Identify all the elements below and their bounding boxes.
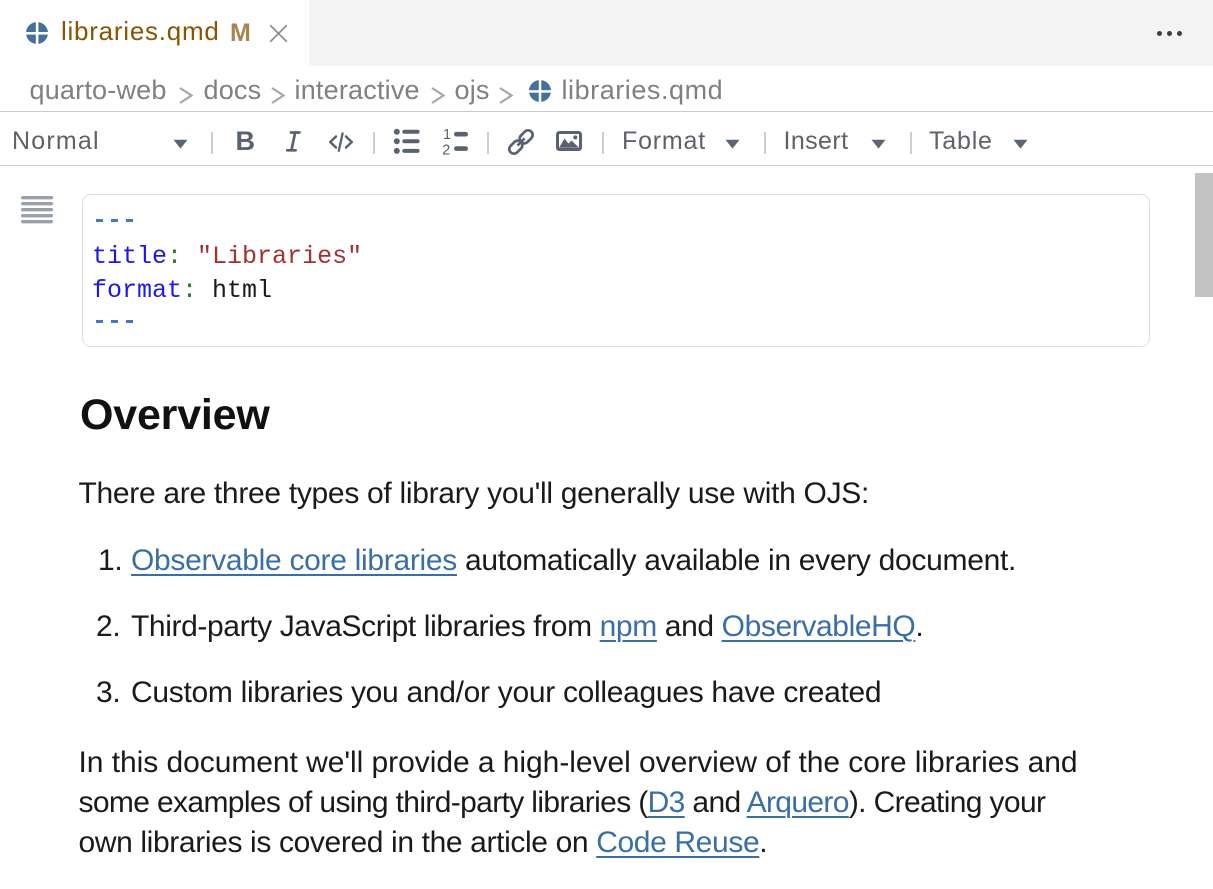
- svg-text:2: 2: [442, 142, 450, 155]
- svg-text:1: 1: [443, 128, 451, 143]
